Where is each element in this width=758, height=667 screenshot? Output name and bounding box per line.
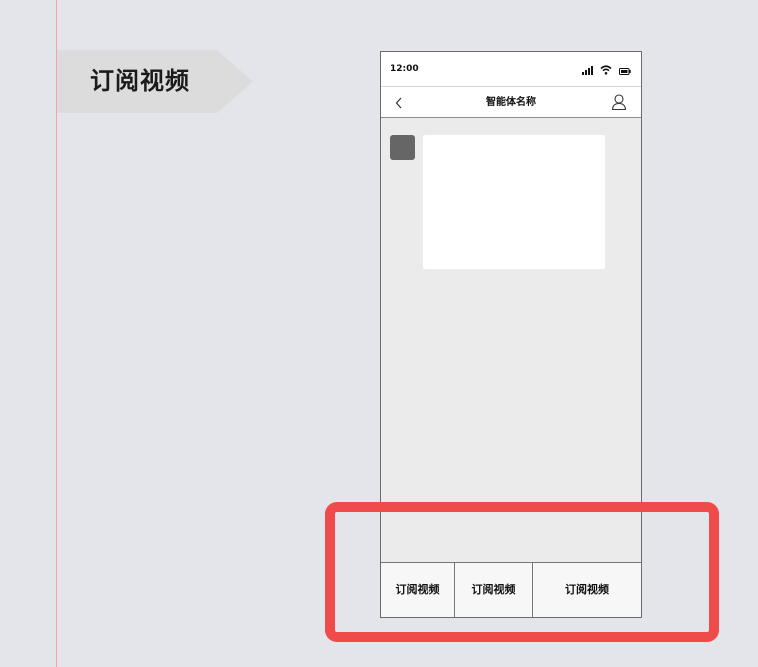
profile-button[interactable]: [611, 93, 627, 111]
user-icon: [611, 94, 627, 111]
agent-name-title: 智能体名称: [486, 97, 536, 108]
menu-button-subscribe-video-3[interactable]: 订阅视频: [533, 563, 641, 617]
back-button[interactable]: [393, 95, 405, 109]
menu-button-subscribe-video-1[interactable]: 订阅视频: [381, 563, 455, 617]
wifi-icon: [600, 60, 612, 79]
status-time: 12:00: [390, 64, 419, 74]
battery-icon: [619, 60, 631, 79]
page-tag: 订阅视频: [57, 50, 253, 113]
nav-bar: 智能体名称: [381, 87, 641, 118]
status-bar: 12:00: [381, 52, 641, 87]
bottom-menu: 订阅视频 订阅视频 订阅视频: [381, 562, 641, 617]
status-icons: [582, 63, 631, 75]
agent-avatar: [390, 135, 415, 160]
chevron-left-icon: [395, 97, 402, 109]
menu-button-subscribe-video-2[interactable]: 订阅视频: [455, 563, 533, 617]
page-tag-label: 订阅视频: [90, 67, 190, 95]
signal-icon: [582, 60, 593, 79]
message-bubble: [423, 135, 605, 269]
phone-frame: 12:00 智能体名称 订阅视频 订阅视频 订阅视频: [380, 51, 642, 618]
